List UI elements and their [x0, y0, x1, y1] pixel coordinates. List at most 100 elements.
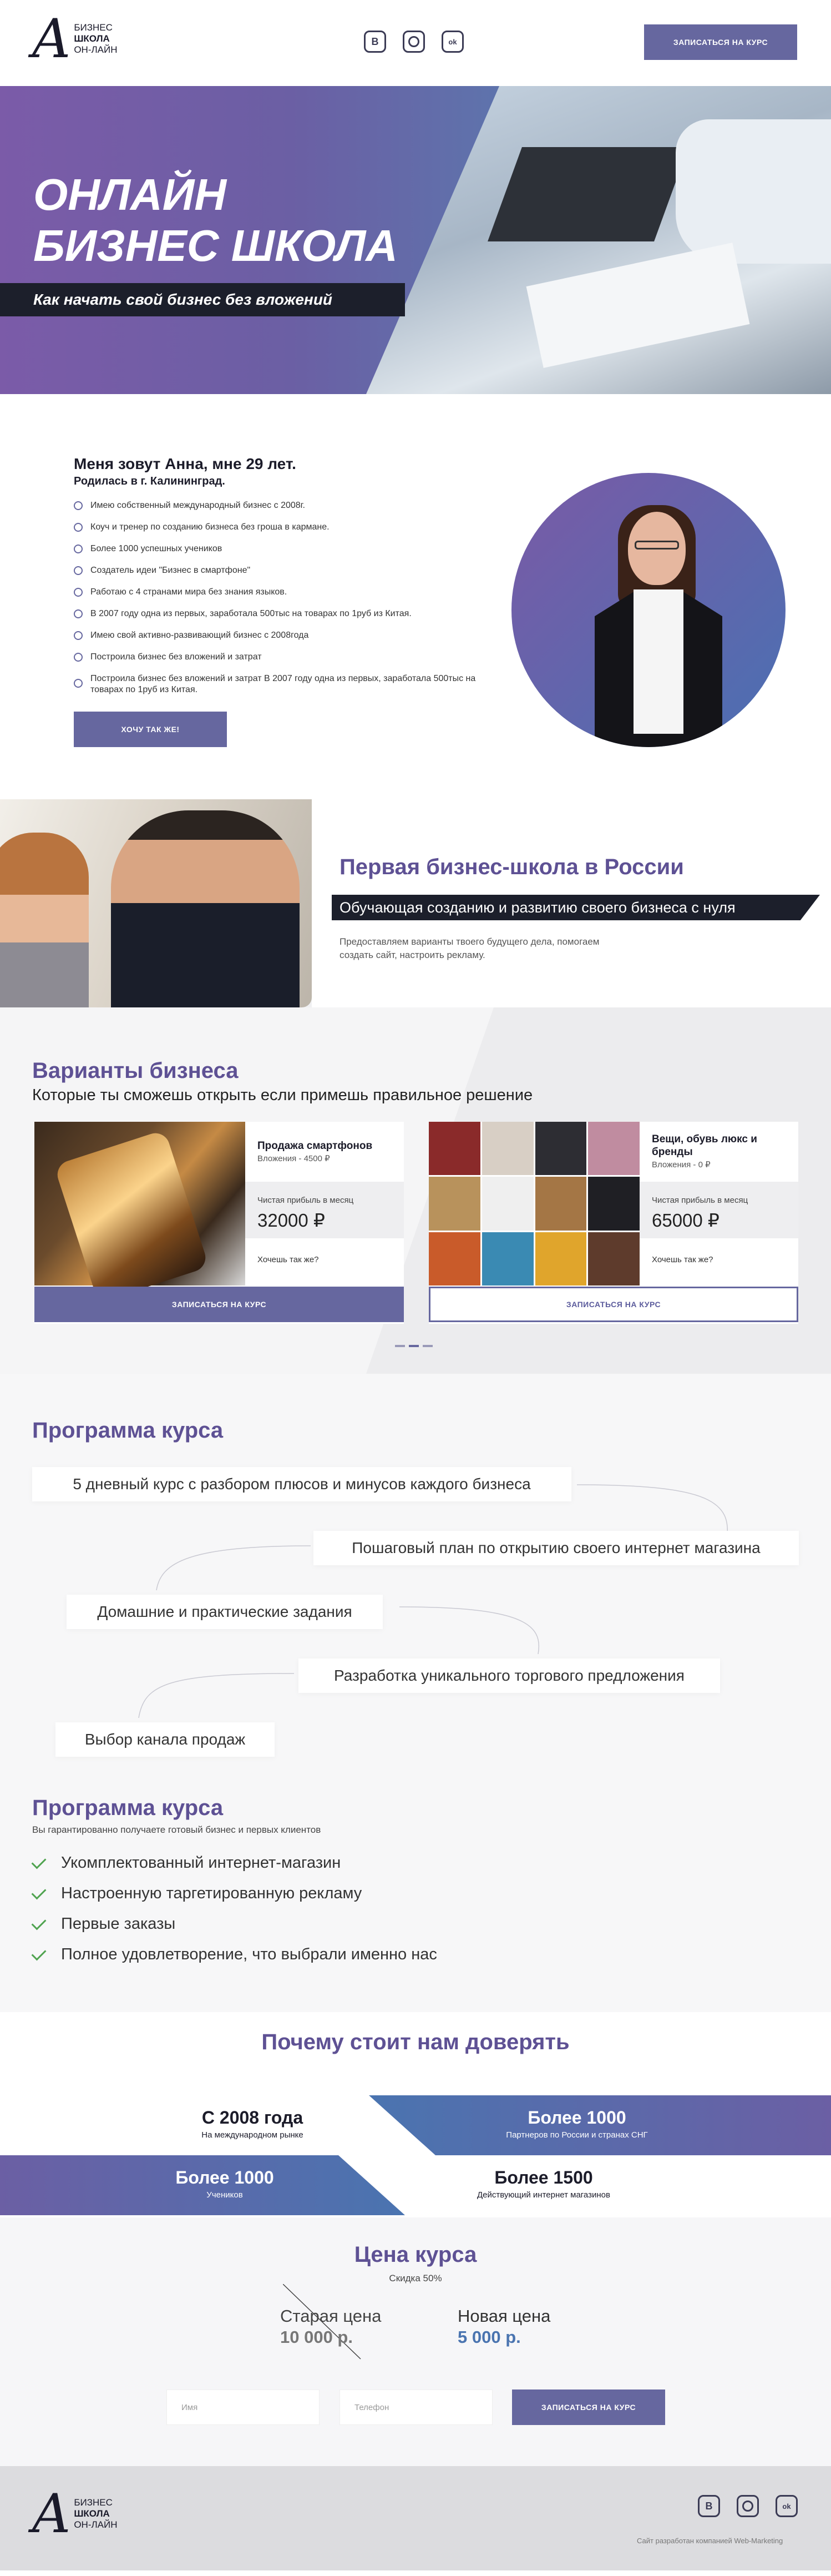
result-item: Укомплектованный интернет-магазин	[31, 1854, 341, 1872]
card-info: Продажа смартфонов Вложения - 4500 ₽ Чис…	[245, 1122, 404, 1286]
vk-icon[interactable]: B	[698, 2495, 720, 2517]
stat-item: Более 1000 Учеников	[161, 2167, 288, 2200]
result-item: Полное удовлетворение, что выбрали именн…	[31, 1945, 437, 1964]
price-section: Цена курса Скидка 50% Старая цена 10 000…	[0, 2217, 831, 2466]
stat-item: Более 1500 Действующий интернет магазино…	[449, 2167, 638, 2200]
variants-subtitle: Которые ты сможешь открыть если примешь …	[32, 1086, 533, 1104]
card-investment: Вложения - 4500 ₽	[257, 1154, 330, 1163]
logo-line: Бизнес	[74, 2497, 113, 2508]
card-profit-value: 65000 ₽	[652, 1210, 719, 1231]
check-icon	[31, 1915, 47, 1930]
program-results-subtitle: Вы гарантированно получаете готовый бизн…	[32, 1824, 321, 1835]
fashion-tile	[429, 1177, 480, 1231]
document-illustration	[526, 243, 750, 368]
header-signup-button[interactable]: ЗАПИСАТЬСЯ НА КУРС	[644, 24, 797, 60]
result-item: Настроенную таргетированную рекламу	[31, 1884, 362, 1903]
about-item: Построила бизнес без вложений и затрат	[74, 652, 495, 663]
card-profit-value: 32000 ₽	[257, 1210, 325, 1231]
fashion-tile	[482, 1232, 534, 1286]
about-item: Имею свой активно-развивающий бизнес с 2…	[74, 630, 495, 641]
site-footer: A Бизнес школа он-лайн B ok Сайт разрабо…	[0, 2466, 831, 2570]
fashion-tile	[588, 1177, 640, 1231]
fashion-tile	[535, 1232, 587, 1286]
about-list: Имею собственный международный бизнес с …	[74, 500, 495, 695]
fashion-tile	[535, 1122, 587, 1176]
about-item: Создатель идеи "Бизнес в смартфоне"	[74, 565, 495, 576]
bullet-icon	[74, 566, 83, 575]
bullet-icon	[74, 501, 83, 510]
hero-title-line: БИЗНЕС ШКОЛА	[33, 221, 398, 270]
price-signup-button[interactable]: ЗАПИСАТЬСЯ НА КУРС	[512, 2390, 665, 2425]
about-subheading: Родилась в г. Калининград.	[74, 475, 225, 487]
odnoklassniki-icon[interactable]: ok	[442, 31, 464, 53]
card-title: Вещи, обувь люкс и бренды	[652, 1133, 757, 1158]
slider-dot[interactable]	[423, 1345, 433, 1347]
logo-line: школа	[74, 2508, 110, 2519]
card-investment: Вложения - 0 ₽	[652, 1160, 711, 1169]
about-item-text: Коуч и тренер по созданию бизнеса без гр…	[90, 522, 330, 532]
smartphone-image	[34, 1122, 245, 1303]
logo-line: школа	[74, 33, 110, 44]
about-item-text: Работаю с 4 странами мира без знания язы…	[90, 587, 287, 597]
trust-section: Почему стоит нам доверять С 2008 года На…	[0, 2012, 831, 2217]
logo-mark: A	[32, 2483, 71, 2545]
phone-field[interactable]	[340, 2390, 493, 2425]
business-card: Продажа смартфонов Вложения - 4500 ₽ Чис…	[34, 1122, 404, 1324]
logo-text: Бизнес школа он-лайн	[74, 2497, 117, 2530]
business-variants-section: Варианты бизнеса Которые ты сможешь откр…	[0, 1007, 831, 1374]
new-price-label: Новая цена	[458, 2306, 551, 2326]
logo-line: он-лайн	[74, 2519, 118, 2530]
fashion-tile	[429, 1232, 480, 1286]
about-item-text: Построила бизнес без вложений и затрат В…	[90, 674, 476, 694]
logo-line: Бизнес	[74, 22, 113, 33]
result-item-text: Полное удовлетворение, что выбрали именн…	[61, 1945, 437, 1963]
woman-illustration	[0, 833, 89, 1007]
card-profit: Чистая прибыль в месяц 32000 ₽	[245, 1182, 404, 1238]
odnoklassniki-icon[interactable]: ok	[776, 2495, 798, 2517]
card-want: Хочешь так же?	[652, 1255, 713, 1264]
check-icon	[31, 1945, 47, 1960]
avatar	[511, 473, 786, 747]
stat-value: Более 1000	[175, 2167, 274, 2187]
man-illustration	[111, 810, 300, 1007]
business-card: Вещи, обувь люкс и бренды Вложения - 0 ₽…	[429, 1122, 798, 1324]
about-heading: Меня зовут Анна, мне 29 лет.	[74, 455, 296, 472]
about-item-text: Создатель идеи "Бизнес в смартфоне"	[90, 566, 251, 575]
slider-dot[interactable]	[395, 1345, 405, 1347]
shirt-shape	[634, 589, 683, 734]
bullet-icon	[74, 609, 83, 618]
card-profit: Чистая прибыль в месяц 65000 ₽	[640, 1182, 798, 1238]
stat-label: На международном рынке	[201, 2130, 303, 2140]
about-text: Меня зовут Анна, мне 29 лет. Родилась в …	[74, 455, 495, 747]
fashion-tile	[535, 1177, 587, 1231]
name-field[interactable]	[166, 2390, 320, 2425]
about-item-text: Более 1000 успешных учеников	[90, 544, 222, 553]
about-item: Имею собственный международный бизнес с …	[74, 500, 495, 511]
slider-dot-active[interactable]	[409, 1345, 419, 1347]
result-item: Первые заказы	[31, 1915, 176, 1933]
logo[interactable]: A Бизнес школа он-лайн	[32, 12, 117, 65]
logo-line: он-лайн	[74, 44, 118, 55]
social-links: B ok	[364, 31, 464, 53]
hero-title-line: ОНЛАЙН	[33, 170, 227, 219]
fashion-tile	[482, 1177, 534, 1231]
bullet-icon	[74, 523, 83, 532]
card-profit-label: Чистая прибыль в месяц	[652, 1196, 748, 1205]
program-step: Домашние и практические задания	[67, 1595, 383, 1629]
card-signup-button[interactable]: ЗАПИСАТЬСЯ НА КУРС	[429, 1287, 798, 1322]
footer-logo[interactable]: A Бизнес школа он-лайн	[32, 2487, 117, 2540]
want-same-button[interactable]: ХОЧУ ТАК ЖЕ!	[74, 712, 227, 747]
fashion-tile	[588, 1232, 640, 1286]
card-title: Продажа смартфонов	[257, 1140, 373, 1152]
first-school-title: Первая бизнес-школа в России	[340, 855, 684, 879]
vk-icon[interactable]: B	[364, 31, 386, 53]
program-results-title: Программа курса	[32, 1796, 224, 1820]
program-section: Программа курса 5 дневный курс с разборо…	[0, 1374, 831, 2012]
stat-item: Более 1000 Партнеров по России и странах…	[455, 2108, 699, 2140]
instagram-icon[interactable]	[737, 2495, 759, 2517]
card-want: Хочешь так же?	[257, 1255, 319, 1264]
instagram-icon[interactable]	[403, 31, 425, 53]
card-signup-button[interactable]: ЗАПИСАТЬСЯ НА КУРС	[34, 1287, 404, 1322]
result-item-text: Первые заказы	[61, 1915, 176, 1933]
smartphone-shape	[53, 1129, 210, 1303]
